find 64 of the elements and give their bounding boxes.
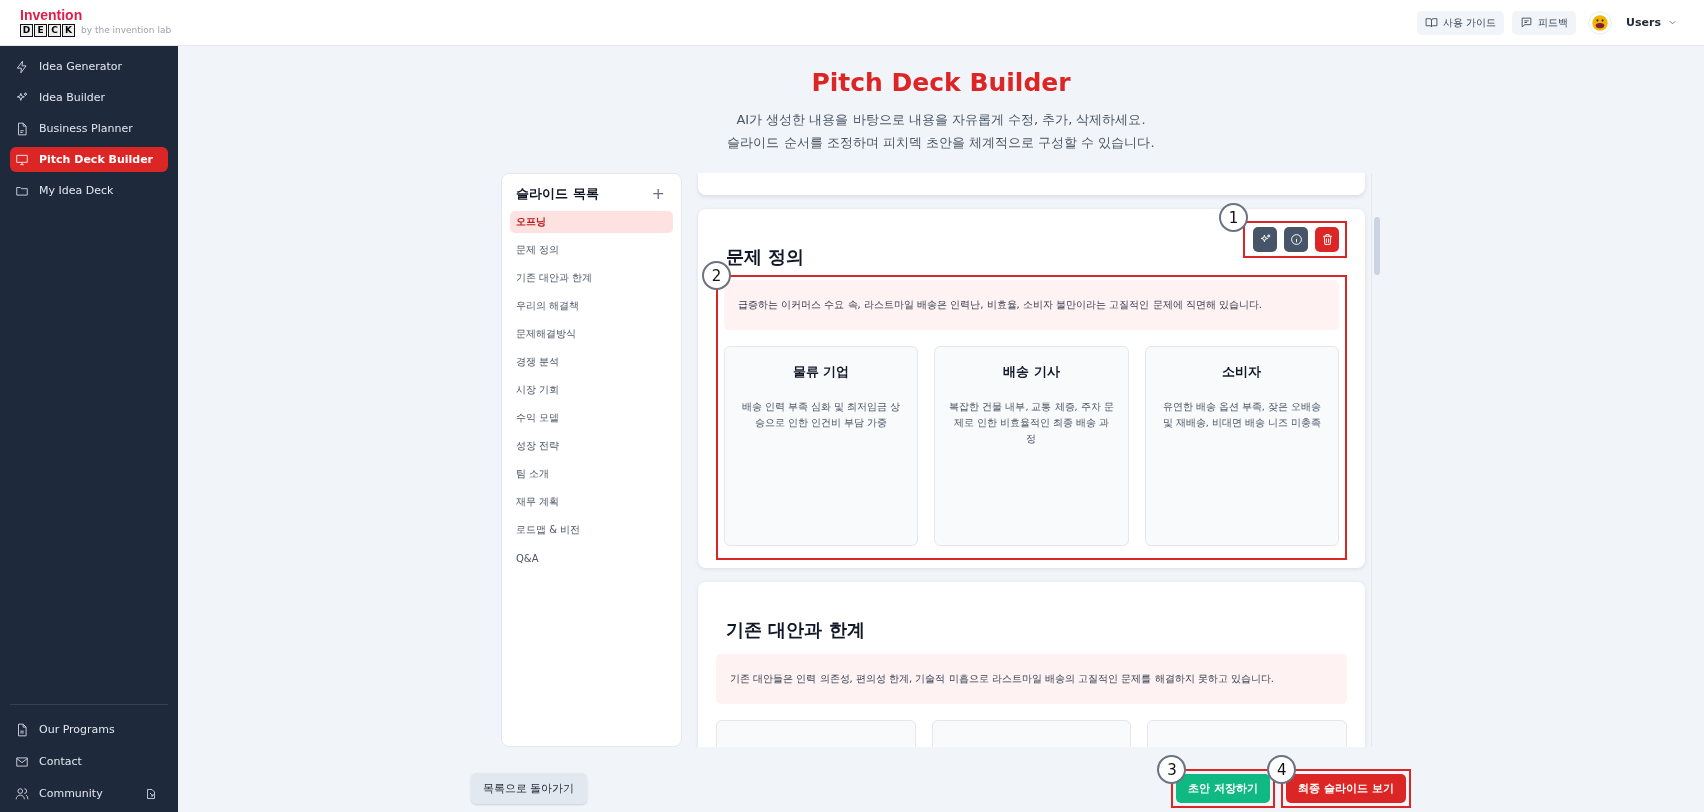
slide-list-item[interactable]: 성장 전략 bbox=[510, 435, 673, 457]
sidebar-item[interactable]: My Idea Deck bbox=[10, 178, 168, 203]
feedback-button[interactable]: 피드백 bbox=[1512, 10, 1577, 35]
card-text: 유연한 배송 옵션 부족, 잦은 오배송 및 재배송, 비대면 배송 니즈 미충족 bbox=[1161, 400, 1322, 431]
slide-list-item[interactable]: 시장 기회 bbox=[510, 379, 673, 401]
slide-list-item[interactable]: 팀 소개 bbox=[510, 463, 673, 485]
slide-list-title: 슬라이드 목록 bbox=[516, 184, 599, 203]
avatar-icon[interactable] bbox=[1588, 10, 1613, 35]
back-to-list-button[interactable]: 목록으로 돌아가기 bbox=[471, 773, 587, 804]
lightning-icon bbox=[15, 59, 29, 74]
sidebar-item[interactable]: Community bbox=[10, 781, 168, 806]
logo[interactable]: Invention D E C K by the invention lab bbox=[20, 8, 172, 37]
card-text: 배송 인력 부족 심화 및 최저임금 상승으로 인한 인건비 부담 가중 bbox=[741, 400, 902, 431]
document-icon bbox=[15, 121, 29, 136]
sidebar-item[interactable]: Our Programs bbox=[10, 717, 168, 742]
card-title: 소비자 bbox=[1221, 363, 1263, 381]
page-subtitle: AI가 생성한 내용을 바탕으로 내용을 자유롭게 수정, 추가, 삭제하세요. bbox=[736, 111, 1146, 129]
card-text: 복잡한 건물 내부, 교통 체증, 주차 문제로 인한 비효율적인 최종 배송 과정 bbox=[949, 400, 1114, 447]
sidebar-item[interactable]: Idea Builder bbox=[10, 85, 168, 110]
user-guide-button[interactable]: 사용 가이드 bbox=[1416, 10, 1505, 35]
ai-rewrite-button[interactable] bbox=[1253, 227, 1277, 252]
callout-badge: 4 bbox=[1267, 755, 1297, 784]
book-icon bbox=[1424, 16, 1438, 29]
slide-list-item[interactable]: 로드맵 & 비전 bbox=[510, 519, 673, 541]
slide-list-item[interactable]: 오프닝 bbox=[510, 211, 673, 233]
trash-icon bbox=[1320, 233, 1334, 246]
slide-title: 기존 대안과 한계 bbox=[726, 618, 865, 642]
mail-icon bbox=[15, 754, 29, 769]
logo-wordmark: Invention bbox=[20, 8, 84, 22]
page-subtitle: 슬라이드 순서를 조정하며 피치덱 초안을 체계적으로 구성할 수 있습니다. bbox=[727, 134, 1155, 152]
card-title: 배송 기사 bbox=[1002, 363, 1061, 381]
slide-list-item[interactable]: 수익 모델 bbox=[510, 407, 673, 429]
users-icon bbox=[15, 786, 29, 801]
slide-list-item[interactable]: 기존 대안과 한계 bbox=[510, 267, 673, 289]
document-icon bbox=[15, 722, 29, 737]
monitor-icon bbox=[15, 152, 29, 167]
user-menu-button[interactable]: Users bbox=[1620, 15, 1684, 30]
sidebar-item[interactable]: Contact bbox=[10, 749, 168, 774]
logo-letter-key: E bbox=[34, 24, 47, 37]
logo-letter-key: D bbox=[20, 24, 33, 37]
slide-list-item[interactable]: 문제해결방식 bbox=[510, 323, 673, 345]
add-slide-button[interactable]: + bbox=[651, 184, 665, 203]
logo-letter-key: C bbox=[48, 24, 61, 37]
logo-tagline: by the invention lab bbox=[81, 26, 172, 35]
delete-button[interactable] bbox=[1315, 227, 1339, 252]
slide-list-item[interactable]: Q&A bbox=[510, 547, 673, 569]
slide-list-item[interactable]: 재무 계획 bbox=[510, 491, 673, 513]
callout-badge: 1 bbox=[1219, 203, 1248, 232]
final-slides-button[interactable]: 최종 슬라이드 보기 bbox=[1286, 774, 1406, 803]
slide-list-item[interactable]: 경쟁 분석 bbox=[510, 351, 673, 373]
slide-list-item[interactable]: 우리의 해결책 bbox=[510, 295, 673, 317]
info-button[interactable] bbox=[1284, 227, 1308, 252]
info-icon bbox=[1289, 233, 1303, 246]
callout-badge: 3 bbox=[1157, 755, 1187, 784]
slide-summary: 급증하는 이커머스 수요 속, 라스트마일 배송은 인력난, 비효율, 소비자 불만이라는 고질적인 문제에 직면해 있습니다. bbox=[724, 280, 1339, 330]
slide-summary: 기존 대안들은 인력 의존성, 편의성 한계, 기술적 미흡으로 라스트마일 배송의 고질적인 문제를 해결하지 못하고 있습니다. bbox=[716, 654, 1347, 704]
chat-icon bbox=[1520, 16, 1534, 29]
logo-letter-key: K bbox=[62, 24, 75, 37]
sidebar-item[interactable]: Pitch Deck Builder bbox=[10, 147, 168, 172]
slide-list-item[interactable]: 문제 정의 bbox=[510, 239, 673, 261]
page-title: Pitch Deck Builder bbox=[811, 68, 1071, 97]
card-title: 물류 기업 bbox=[791, 363, 851, 381]
sidebar-item[interactable]: Idea Generator bbox=[10, 54, 168, 79]
sidebar-item[interactable]: Business Planner bbox=[10, 116, 168, 141]
